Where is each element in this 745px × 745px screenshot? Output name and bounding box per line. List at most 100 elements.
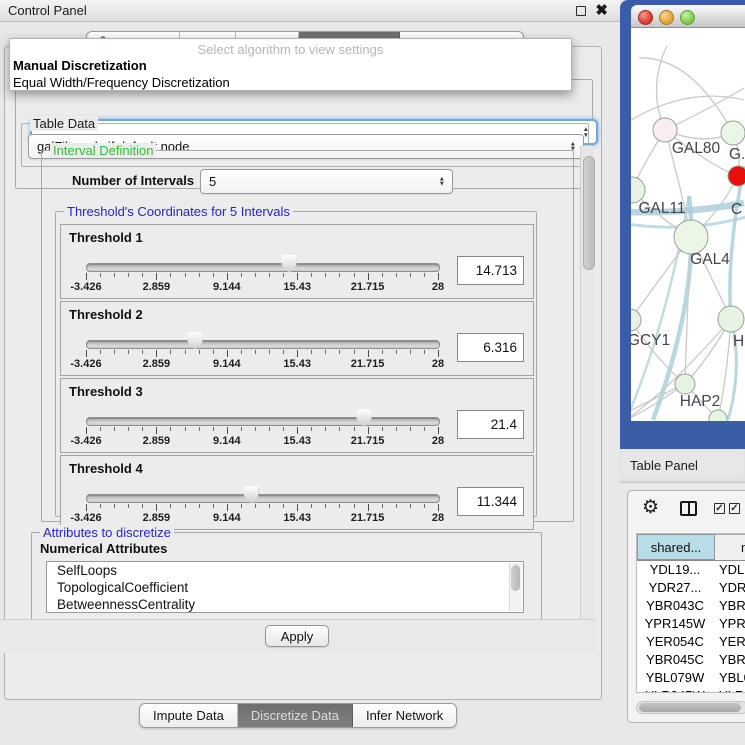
cell-name[interactable]: YPR1 [713, 615, 745, 633]
table-row[interactable]: YBL079W YBL0 [637, 669, 745, 687]
cell-name[interactable]: YLR3 [713, 687, 745, 693]
tick-mark [382, 504, 383, 508]
cell-name[interactable]: YBR0 [713, 651, 745, 669]
cell-shared-name[interactable]: YDR27... [637, 579, 713, 597]
network-node[interactable] [674, 220, 708, 254]
tick-mark [128, 504, 129, 508]
list-scrollbar-thumb[interactable] [511, 565, 520, 591]
threshold-value-field[interactable]: 21.4 [457, 410, 524, 439]
tab-infer-network[interactable]: Infer Network [353, 704, 456, 727]
tick-mark [269, 350, 270, 354]
algorithm-prompt: Select algorithm to view settings [10, 42, 571, 57]
tick-label: 21.715 [351, 512, 385, 524]
table-row[interactable]: YPR145W YPR1 [637, 615, 745, 633]
tick-mark [86, 427, 87, 434]
threshold-value-field[interactable]: 14.713 [457, 256, 524, 285]
close-window-icon[interactable] [638, 10, 653, 25]
network-node[interactable] [728, 166, 745, 186]
cell-name[interactable]: YBL0 [713, 669, 745, 687]
table-horizontal-scrollbar-thumb[interactable] [639, 703, 741, 712]
tick-mark [354, 350, 355, 354]
list-item[interactable]: SelfLoops [47, 562, 523, 579]
cell-name[interactable]: YER0 [713, 633, 745, 651]
cell-shared-name[interactable]: YBL079W [637, 669, 713, 687]
table-row[interactable]: YDR27... YDR2 [637, 579, 745, 597]
network-node[interactable] [631, 309, 641, 331]
tab-discretize-data[interactable]: Discretize Data [238, 704, 353, 727]
panel-scrollbar[interactable] [580, 146, 594, 619]
column-header-shared-name[interactable]: shared... [637, 534, 715, 560]
network-window-titlebar[interactable] [631, 5, 745, 28]
thresholds-group: Threshold's Coordinates for 5 Intervals … [55, 211, 537, 517]
tick-mark [170, 273, 171, 277]
menu-item-equal-width-frequency[interactable]: Equal Width/Frequency Discretization [13, 75, 230, 90]
list-item[interactable]: TopologicalCoefficient [47, 579, 523, 596]
table-header-row: shared... na [637, 534, 745, 561]
network-canvas[interactable]: GAL80G.CGAL11GAL4GCY1HHAP2 [631, 28, 745, 421]
table-horizontal-scrollbar[interactable] [636, 701, 745, 714]
network-node[interactable] [709, 410, 727, 421]
cell-shared-name[interactable]: YPR145W [637, 615, 713, 633]
tick-mark [396, 350, 397, 354]
slider-track[interactable] [86, 340, 440, 349]
zoom-window-icon[interactable] [680, 10, 695, 25]
cell-name[interactable]: YBR0 [713, 597, 745, 615]
network-node[interactable] [675, 374, 695, 394]
tick-mark [410, 350, 411, 354]
gear-icon[interactable]: ⚙ [642, 497, 659, 519]
cell-shared-name[interactable]: YLR345W [637, 687, 713, 693]
network-node[interactable] [653, 118, 677, 142]
table-row[interactable]: YBR043C YBR0 [637, 597, 745, 615]
tick-mark [114, 350, 115, 354]
network-edge[interactable] [730, 166, 744, 319]
table-row[interactable]: YBR045C YBR0 [637, 651, 745, 669]
close-icon[interactable]: ✖ [595, 1, 608, 19]
apply-button[interactable]: Apply [265, 625, 329, 647]
tick-mark [438, 273, 439, 280]
menu-item-manual-discretization[interactable]: Manual Discretization [13, 58, 147, 73]
network-view-window: GAL80G.CGAL11GAL4GCY1HHAP2 [620, 0, 745, 449]
threshold-value-field[interactable]: 6.316 [457, 333, 524, 362]
split-columns-icon[interactable] [680, 501, 697, 516]
slider-track[interactable] [86, 494, 440, 503]
cell-shared-name[interactable]: YBR043C [637, 597, 713, 615]
numerical-attributes-list[interactable]: SelfLoops TopologicalCoefficient Between… [46, 561, 524, 613]
tick-mark [382, 273, 383, 277]
cell-name[interactable]: YDL1 [713, 561, 745, 579]
slider-track[interactable] [86, 417, 440, 426]
network-node[interactable] [721, 121, 745, 145]
table-row[interactable]: YLR345W YLR3 [637, 687, 745, 693]
checkbox-icon[interactable]: ✓ [714, 503, 725, 514]
table-row[interactable]: YDL19... YDL1 [637, 561, 745, 579]
slider-track[interactable] [86, 263, 440, 272]
cell-shared-name[interactable]: YDL19... [637, 561, 713, 579]
tick-mark [424, 273, 425, 277]
tick-mark [424, 350, 425, 354]
tick-mark [396, 427, 397, 431]
network-node[interactable] [718, 306, 744, 332]
threshold-value-field[interactable]: 11.344 [457, 487, 524, 516]
tick-mark [297, 350, 298, 357]
interval-definition-title: Interval Definition [50, 143, 156, 158]
float-window-icon[interactable] [576, 6, 586, 16]
checkbox-icon[interactable]: ✓ [729, 503, 740, 514]
table-row[interactable]: YER054C YER0 [637, 633, 745, 651]
tab-impute-data[interactable]: Impute Data [140, 704, 238, 727]
column-header-name[interactable]: na [715, 534, 745, 560]
tick-mark [170, 427, 171, 431]
list-item[interactable]: BetweennessCentrality [47, 596, 523, 613]
network-edge[interactable] [639, 58, 733, 133]
panel-scrollbar-thumb[interactable] [583, 156, 595, 270]
tick-mark [325, 504, 326, 508]
minimize-window-icon[interactable] [659, 10, 674, 25]
cell-shared-name[interactable]: YER054C [637, 633, 713, 651]
table-panel: ⚙ ✓ ✓ shared... na YDL19... YDL1 YDR27..… [627, 490, 745, 723]
table-panel-title: Table Panel [630, 458, 698, 473]
tick-mark [424, 504, 425, 508]
cell-shared-name[interactable]: YBR045C [637, 651, 713, 669]
network-edge[interactable] [656, 46, 667, 130]
cell-name[interactable]: YDR2 [713, 579, 745, 597]
number-of-intervals-combobox[interactable]: 5 ▲▼ [200, 169, 453, 194]
network-canvas-svg: GAL80G.CGAL11GAL4GCY1HHAP2 [631, 28, 745, 421]
list-scrollbar[interactable] [509, 563, 522, 611]
